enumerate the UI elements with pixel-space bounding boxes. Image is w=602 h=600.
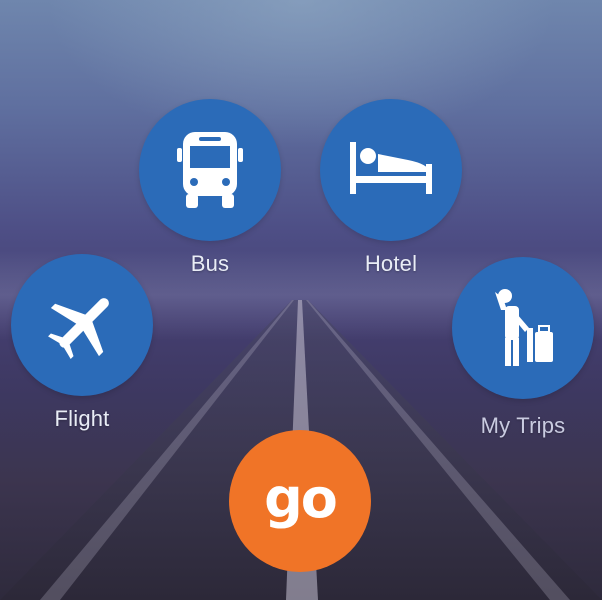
my-trips-circle[interactable] [452, 257, 594, 399]
bed-icon [350, 142, 432, 194]
my-trips-label: My Trips [480, 413, 566, 438]
flight-menu-item[interactable]: Flight [11, 254, 153, 432]
flight-circle[interactable] [11, 254, 153, 396]
bus-label: Bus [190, 251, 230, 276]
flight-label: Flight [54, 406, 110, 431]
home-screen: Bus Hotel Flight My Trips go [0, 0, 602, 600]
go-button[interactable]: go [229, 430, 371, 572]
hotel-circle[interactable] [320, 99, 462, 241]
hotel-menu-item[interactable]: Hotel [320, 99, 462, 277]
go-button-text: go [264, 466, 338, 530]
bus-circle[interactable] [139, 99, 281, 241]
airplane-icon [48, 298, 109, 359]
my-trips-menu-item[interactable]: My Trips [452, 257, 594, 439]
traveler-with-luggage-icon [495, 289, 553, 366]
bus-menu-item[interactable]: Bus [139, 99, 281, 277]
bus-icon [177, 132, 243, 208]
hotel-label: Hotel [364, 251, 418, 276]
